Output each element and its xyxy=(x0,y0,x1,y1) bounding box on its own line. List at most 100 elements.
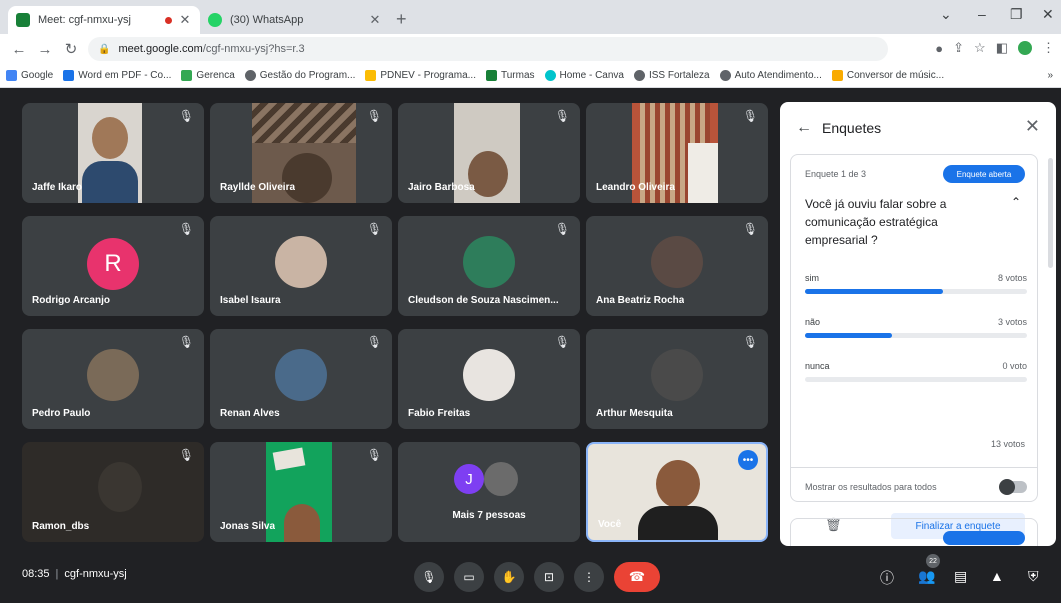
mic-icon: 🎙 xyxy=(421,570,437,584)
bookmark-item[interactable]: Google xyxy=(6,70,53,81)
lock-icon: 🔒 xyxy=(98,43,111,55)
avatar xyxy=(463,236,515,288)
participant-name: Arthur Mesquita xyxy=(596,408,673,419)
avatar xyxy=(651,236,703,288)
mic-button[interactable]: 🎙 xyxy=(414,562,444,592)
result-bar xyxy=(805,377,1027,382)
reload-icon[interactable]: ↻ xyxy=(58,40,84,58)
participant-tile[interactable]: 🎙 Arthur Mesquita xyxy=(586,329,768,429)
panel-scrollbar[interactable] xyxy=(1048,158,1053,268)
participant-name: Ramon_dbs xyxy=(32,521,90,532)
camera-in-use-icon[interactable]: ● xyxy=(935,41,943,56)
back-arrow-icon[interactable]: ← xyxy=(796,119,812,137)
activities-icon[interactable]: ▲ xyxy=(990,568,1004,584)
show-results-toggle[interactable] xyxy=(999,479,1027,495)
video-feed xyxy=(628,444,728,540)
bookmark-item[interactable]: Gestão do Program... xyxy=(244,70,355,81)
close-window-icon[interactable]: ✕ xyxy=(1042,6,1054,23)
camera-button[interactable]: ▭ xyxy=(454,562,484,592)
tab-title: Meet: cgf-nmxu-ysj xyxy=(38,14,131,26)
self-view-tile[interactable]: ••• Você xyxy=(586,442,768,542)
raise-hand-button[interactable]: ✋ xyxy=(494,562,524,592)
separator: | xyxy=(55,568,59,580)
participant-tile[interactable]: 🎙 Jairo Barbosa xyxy=(398,103,580,203)
bookmark-item[interactable]: Gerenca xyxy=(181,70,235,81)
poll-count: Enquete 1 de 3 xyxy=(805,169,867,179)
bookmark-item[interactable]: Turmas xyxy=(485,70,535,81)
poll-option: nunca 0 voto xyxy=(805,361,1027,382)
host-controls-icon[interactable]: ⛨ xyxy=(1028,568,1039,585)
participant-name: Jairo Barbosa xyxy=(408,182,475,193)
bookmark-icon xyxy=(181,70,193,81)
avatar xyxy=(484,462,518,496)
close-tab-icon[interactable]: ✕ xyxy=(178,12,192,28)
extension-icon[interactable] xyxy=(1018,41,1032,55)
participant-tile[interactable]: 🎙 Pedro Paulo xyxy=(22,329,204,429)
mic-off-icon: 🎙 xyxy=(742,222,758,236)
bookmark-item[interactable]: Home - Canva xyxy=(544,70,624,81)
url-host: meet.google.com xyxy=(118,43,203,55)
extensions-icon[interactable]: ◧ xyxy=(996,40,1008,56)
bookmark-star-icon[interactable]: ☆ xyxy=(974,40,986,56)
bookmark-item[interactable]: PDNEV - Programa... xyxy=(365,70,476,81)
bookmarks-overflow-icon[interactable]: » xyxy=(1047,70,1053,81)
new-tab-button[interactable]: + xyxy=(396,9,407,30)
toolbar-actions: ● ⇪ ☆ ◧ ⋮ xyxy=(935,40,1055,56)
participant-name: Você xyxy=(598,519,622,530)
minimize-icon[interactable]: – xyxy=(978,6,986,22)
option-label: nunca xyxy=(805,361,830,371)
avatar xyxy=(651,349,703,401)
participant-tile[interactable]: 🎙 Jonas Silva xyxy=(210,442,392,542)
participant-tile[interactable]: 🎙 Renan Alves xyxy=(210,329,392,429)
participant-tile[interactable]: 🎙 Fabio Freitas xyxy=(398,329,580,429)
close-tab-icon[interactable]: ✕ xyxy=(368,12,382,28)
participant-tile[interactable]: 🎙 Ana Beatriz Rocha xyxy=(586,216,768,316)
forward-icon[interactable]: → xyxy=(32,41,58,58)
tab-search-icon[interactable]: ⌄ xyxy=(940,6,952,23)
leave-call-button[interactable]: ☎ xyxy=(614,562,660,592)
participant-tile[interactable]: 🎙 Isabel Isaura xyxy=(210,216,392,316)
people-icon[interactable]: 👥 xyxy=(918,568,935,585)
restore-icon[interactable]: ❐ xyxy=(1010,6,1023,23)
back-icon[interactable]: ← xyxy=(6,41,32,58)
people-count-badge: 22 xyxy=(926,554,940,568)
globe-icon xyxy=(719,70,731,81)
mic-off-icon: 🎙 xyxy=(366,335,382,349)
bookmark-item[interactable]: ISS Fortaleza xyxy=(633,70,710,81)
result-bar xyxy=(805,333,1027,338)
menu-icon[interactable]: ⋮ xyxy=(1042,40,1055,56)
bookmark-item[interactable]: Conversor de músic... xyxy=(831,70,944,81)
more-participants-tile[interactable]: J Mais 7 pessoas xyxy=(398,442,580,542)
chat-icon[interactable]: ▤ xyxy=(954,568,967,585)
poll-option: não 3 votos xyxy=(805,317,1027,338)
tab-meet[interactable]: Meet: cgf-nmxu-ysj ✕ xyxy=(8,6,200,34)
address-bar[interactable]: 🔒 meet.google.com /cgf-nmxu-ysj?hs=r.3 xyxy=(88,37,888,61)
meeting-code: cgf-nmxu-ysj xyxy=(64,568,127,580)
participant-tile[interactable]: 🎙 Jaffe Ikaro xyxy=(22,103,204,203)
tab-whatsapp[interactable]: (30) WhatsApp ✕ xyxy=(200,6,390,34)
chevron-up-icon[interactable]: ⌃ xyxy=(1011,195,1021,209)
word-icon xyxy=(63,70,75,81)
participant-name: Jaffe Ikaro xyxy=(32,182,83,193)
participant-name: Cleudson de Souza Nascimen... xyxy=(408,295,559,306)
participant-tile[interactable]: 🎙 Ramon_dbs xyxy=(22,442,204,542)
option-votes: 0 voto xyxy=(1002,361,1027,371)
browser-toolbar: ← → ↻ 🔒 meet.google.com /cgf-nmxu-ysj?hs… xyxy=(0,34,1061,64)
meeting-info: 08:35 | cgf-nmxu-ysj xyxy=(22,568,127,580)
more-options-button[interactable]: ⋮ xyxy=(574,562,604,592)
present-button[interactable]: ⊡ xyxy=(534,562,564,592)
participant-tile[interactable]: R 🎙 Rodrigo Arcanjo xyxy=(22,216,204,316)
share-icon[interactable]: ⇪ xyxy=(953,40,964,56)
info-icon[interactable]: ⓘ xyxy=(880,568,894,588)
bookmark-item[interactable]: Word em PDF - Co... xyxy=(63,70,171,81)
participant-tile[interactable]: 🎙 Rayllde Oliveira xyxy=(210,103,392,203)
status-badge: Enquete aberta xyxy=(943,165,1025,183)
poll-card-collapsed[interactable] xyxy=(790,518,1038,546)
participant-tile[interactable]: 🎙 Cleudson de Souza Nascimen... xyxy=(398,216,580,316)
participant-tile[interactable]: 🎙 Leandro Oliveira xyxy=(586,103,768,203)
hand-icon: ✋ xyxy=(501,570,517,584)
bookmark-item[interactable]: Auto Atendimento... xyxy=(719,70,822,81)
close-icon[interactable]: ✕ xyxy=(1025,116,1040,137)
panel-title: Enquetes xyxy=(822,120,882,136)
more-options-icon[interactable]: ••• xyxy=(738,450,758,470)
